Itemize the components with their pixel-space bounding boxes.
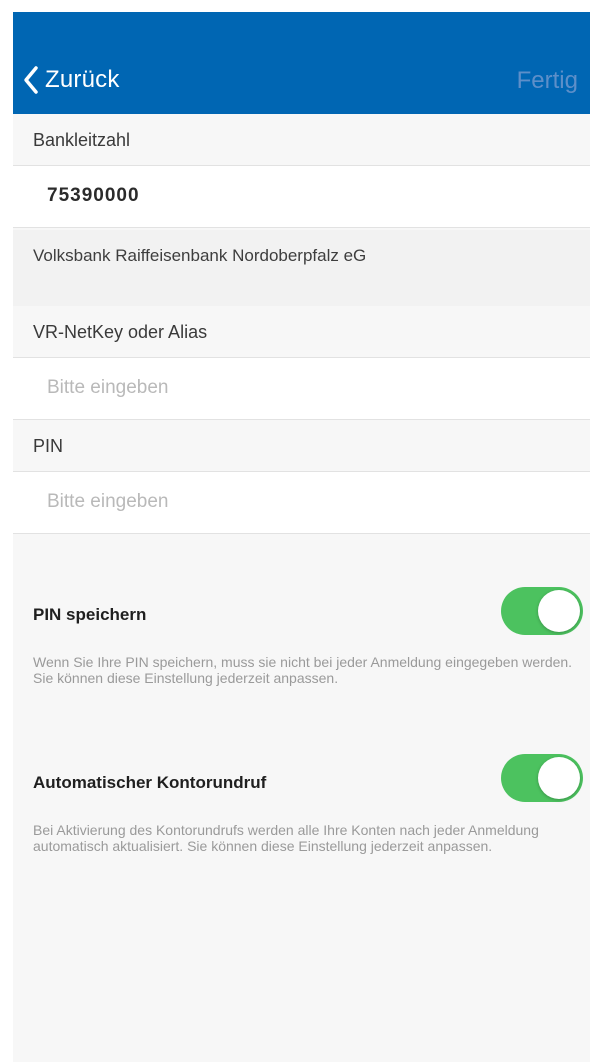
pin-row — [13, 472, 590, 534]
netkey-input[interactable] — [47, 370, 567, 406]
netkey-label-row: VR-NetKey oder Alias — [13, 306, 590, 358]
back-button[interactable]: Zurück — [23, 64, 120, 96]
bank-name-row: Volksbank Raiffeisenbank Nordoberpfalz e… — [13, 230, 590, 306]
auto-refresh-toggle[interactable] — [501, 754, 583, 802]
toggle-knob — [538, 590, 580, 632]
netkey-label: VR-NetKey oder Alias — [33, 322, 208, 342]
bank-name: Volksbank Raiffeisenbank Nordoberpfalz e… — [33, 246, 367, 265]
navigation-bar: Zurück Fertig — [13, 12, 590, 114]
pin-label: PIN — [33, 436, 64, 456]
pin-input[interactable] — [47, 484, 567, 520]
bank-code-label: Bankleitzahl — [33, 130, 131, 150]
auto-refresh-description: Bei Aktivierung des Kontorundrufs werden… — [33, 822, 539, 854]
save-pin-toggle[interactable] — [501, 587, 583, 635]
auto-refresh-title: Automatischer Kontorundruf — [33, 773, 267, 792]
save-pin-title: PIN speichern — [33, 605, 147, 624]
app-screen: Zurück Fertig Bankleitzahl Volksbank Rai… — [13, 12, 590, 1062]
chevron-left-icon — [23, 65, 39, 95]
bank-code-input[interactable] — [47, 178, 567, 214]
back-button-label: Zurück — [45, 66, 120, 93]
done-button[interactable]: Fertig — [517, 67, 578, 95]
pin-label-row: PIN — [13, 420, 590, 472]
bank-code-label-row: Bankleitzahl — [13, 114, 590, 166]
toggle-knob — [538, 757, 580, 799]
save-pin-description: Wenn Sie Ihre PIN speichern, muss sie ni… — [33, 654, 573, 686]
bank-code-row — [13, 166, 590, 228]
netkey-row — [13, 358, 590, 420]
